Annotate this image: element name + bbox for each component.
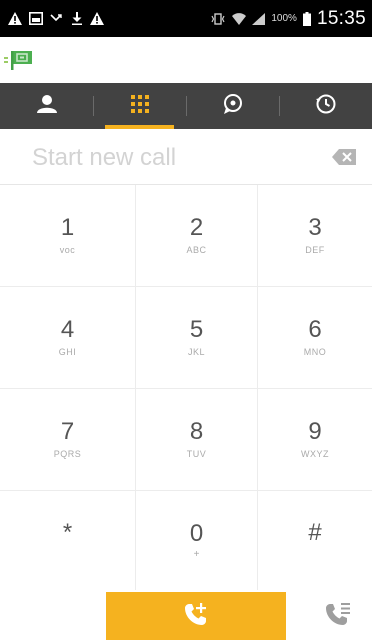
start-new-call-input[interactable]	[30, 139, 314, 177]
dialpad-icon	[130, 94, 150, 119]
key-letters: WXYZ	[301, 449, 329, 459]
missed-call-icon	[50, 12, 64, 25]
key-letters: +	[193, 549, 200, 560]
dial-key-4[interactable]: 4 GHI	[0, 287, 136, 389]
dial-key-7[interactable]: 7 PQRS	[0, 389, 136, 491]
dial-key-hash[interactable]: #	[258, 491, 372, 590]
key-letters: JKL	[187, 347, 205, 357]
key-letters: PQRS	[53, 449, 82, 459]
call-log-button[interactable]	[318, 596, 358, 636]
wifi-icon	[232, 12, 247, 25]
tab-bar	[0, 83, 372, 129]
download-icon	[71, 12, 83, 25]
battery-icon	[302, 11, 311, 26]
battery-percentage: 100%	[271, 13, 297, 24]
status-bar-right-icons: 100% 15:35	[210, 8, 366, 30]
dial-key-8[interactable]: 8 TUV	[136, 389, 258, 491]
key-digit: 6	[308, 316, 322, 343]
dial-key-star[interactable]: *	[0, 491, 136, 590]
bottom-action-bar	[0, 590, 372, 642]
key-letters: voc	[59, 245, 76, 255]
dial-key-3[interactable]: 3 DEF	[258, 185, 372, 287]
dial-key-6[interactable]: 6 MNO	[258, 287, 372, 389]
key-digit: 9	[308, 418, 322, 445]
key-digit: 7	[60, 418, 75, 445]
key-letters: TUV	[186, 449, 207, 459]
warning-icon	[90, 12, 104, 25]
history-icon	[315, 93, 337, 120]
tab-contacts[interactable]	[0, 83, 93, 129]
key-digit: 4	[60, 316, 75, 343]
key-digit: 2	[189, 214, 204, 241]
dial-key-0[interactable]: 0 +	[136, 491, 258, 590]
dial-key-2[interactable]: 2 ABC	[136, 185, 258, 287]
vibrate-icon	[210, 12, 226, 25]
chat-icon	[222, 93, 244, 120]
dial-input-row	[0, 129, 372, 185]
status-bar-left-icons	[8, 12, 104, 25]
call-log-icon	[323, 599, 353, 634]
key-letters: ABC	[186, 245, 207, 255]
status-bar: 100% 15:35	[0, 0, 372, 37]
tab-dialpad[interactable]	[93, 83, 186, 129]
key-digit: *	[62, 519, 73, 546]
add-call-icon	[182, 600, 210, 633]
key-digit: 5	[189, 316, 204, 343]
tab-history[interactable]	[279, 83, 372, 129]
clock: 15:35	[316, 7, 366, 29]
key-digit: 3	[308, 214, 322, 241]
key-letters: MNO	[303, 347, 327, 357]
key-letters: DEF	[305, 245, 325, 255]
key-digit: #	[308, 519, 322, 546]
contacts-icon	[36, 94, 58, 119]
tab-chat[interactable]	[186, 83, 279, 129]
dial-key-1[interactable]: 1 voc	[0, 185, 136, 287]
key-digit: 1	[60, 214, 75, 241]
dialpad-keypad: 1 voc 2 ABC 3 DEF 4 GHI 5 JKL 6 MNO 7 PQ…	[0, 185, 372, 590]
key-letters: GHI	[58, 347, 77, 357]
key-digit: 0	[189, 520, 204, 547]
dial-key-9[interactable]: 9 WXYZ	[258, 389, 372, 491]
app-bar	[0, 37, 372, 83]
app-logo-icon[interactable]	[4, 50, 48, 70]
signal-icon	[252, 12, 266, 25]
screenshot-icon	[29, 12, 43, 25]
call-button[interactable]	[106, 592, 286, 640]
backspace-icon[interactable]	[330, 145, 358, 169]
dial-key-5[interactable]: 5 JKL	[136, 287, 258, 389]
key-digit: 8	[189, 418, 204, 445]
warning-icon	[8, 12, 22, 25]
